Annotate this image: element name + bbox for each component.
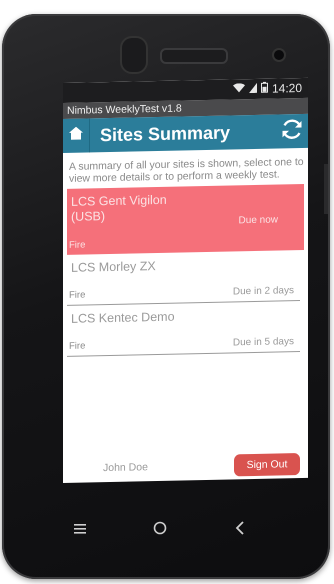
page-title: Sites Summary [100, 122, 231, 145]
side-button [324, 164, 328, 214]
summary-description: A summary of all your sites is shown, se… [69, 155, 304, 185]
site-item[interactable]: LCS Kentec Demo Fire Due in 5 days [67, 301, 300, 357]
clock: 14:20 [271, 80, 302, 96]
battery-icon [260, 81, 268, 96]
site-item[interactable]: LCS Gent Vigilon (USB) Due now Fire [67, 183, 304, 255]
front-camera [272, 48, 286, 62]
sign-out-button[interactable]: Sign Out [234, 453, 300, 477]
home-icon [69, 126, 83, 145]
site-due-status: Due in 5 days [232, 336, 294, 349]
site-type: Fire [69, 340, 86, 352]
site-name: LCS Kentec Demo [71, 309, 175, 326]
menu-icon [74, 521, 86, 539]
back-button[interactable] [220, 515, 260, 545]
site-item[interactable]: LCS Morley ZX Fire Due in 2 days [67, 250, 300, 306]
footer: John Doe Sign Out [63, 450, 308, 483]
camera-module [120, 36, 148, 74]
sim-icon [248, 82, 257, 96]
user-name: John Doe [103, 461, 148, 475]
home-circle-icon [153, 521, 167, 540]
site-name: LCS Morley ZX [71, 259, 156, 275]
site-due-status: Due now [238, 214, 278, 227]
wifi-icon [232, 82, 245, 96]
earpiece-speaker [160, 48, 228, 64]
screen: 14:20 Nimbus WeeklyTest v1.8 Sites Summa… [63, 77, 308, 483]
site-type: Fire [69, 239, 86, 251]
system-home-button[interactable] [140, 515, 180, 545]
back-icon [235, 520, 245, 540]
home-button[interactable] [63, 118, 90, 153]
site-due-status: Due in 2 days [232, 285, 294, 298]
refresh-icon [280, 116, 304, 146]
site-type: Fire [69, 289, 86, 301]
refresh-button[interactable] [276, 114, 308, 149]
system-nav-bar [40, 510, 280, 550]
site-name: LCS Gent Vigilon (USB) [71, 192, 167, 224]
page-header: Sites Summary [63, 113, 308, 153]
app-title: Nimbus WeeklyTest v1.8 [67, 102, 182, 117]
menu-button[interactable] [60, 515, 100, 545]
